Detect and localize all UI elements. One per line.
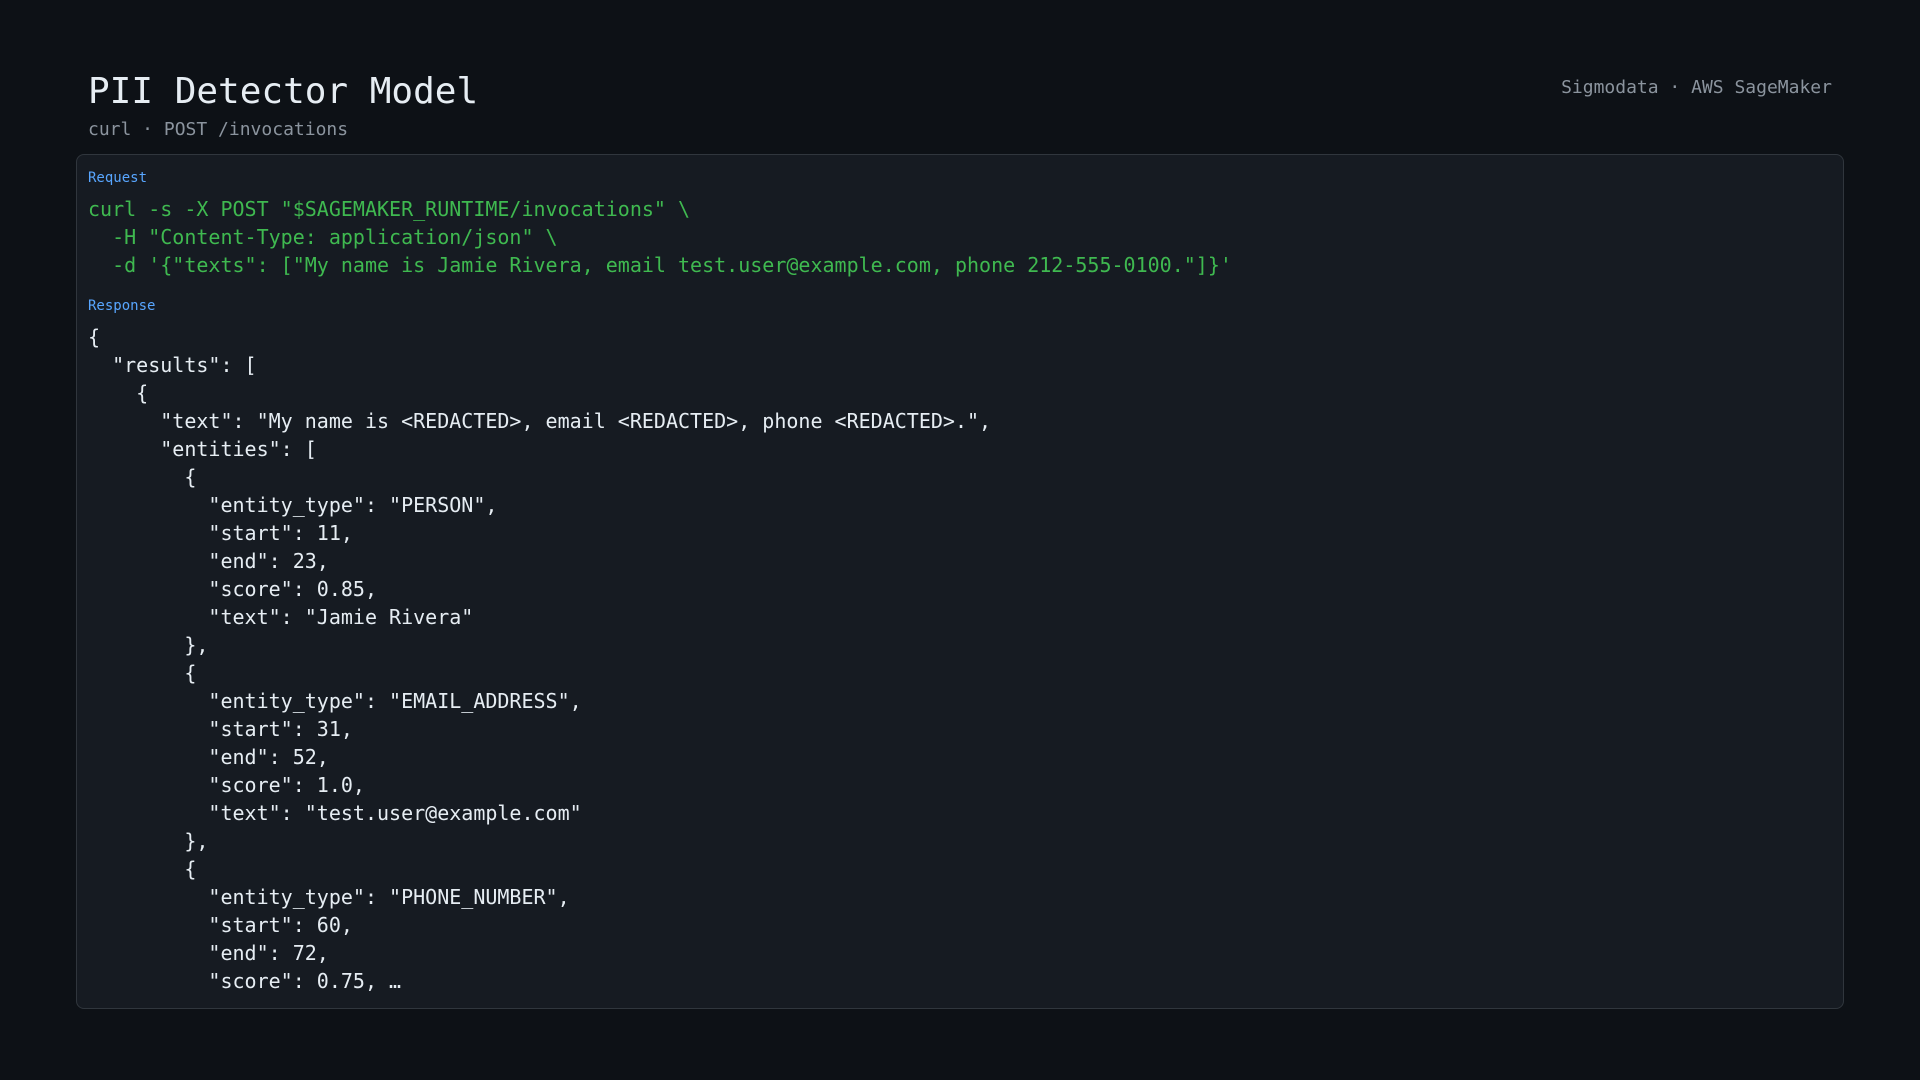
response-code-line: }, <box>88 633 209 657</box>
request-label: Request <box>88 170 148 186</box>
response-code-line: "text": "test.user@example.com" <box>88 801 582 825</box>
response-code-line: "entity_type": "PHONE_NUMBER", <box>88 885 570 909</box>
response-code-line: "entities": [ <box>88 437 317 461</box>
response-code-line: "start": 11, <box>88 521 353 545</box>
request-code-block[interactable]: curl -s -X POST "$SAGEMAKER_RUNTIME/invo… <box>88 195 1232 279</box>
request-code-line: curl -s -X POST "$SAGEMAKER_RUNTIME/invo… <box>88 197 691 221</box>
response-code-line: "results": [ <box>88 353 257 377</box>
request-code-line: -H "Content-Type: application/json" \ <box>88 225 558 249</box>
response-code-line: "entity_type": "PERSON", <box>88 493 498 517</box>
response-code-line: { <box>88 325 101 349</box>
brand-label: Sigmodata · AWS SageMaker <box>1561 77 1832 98</box>
response-code-line: "end": 23, <box>88 549 329 573</box>
page: PII Detector Model curl · POST /invocati… <box>0 0 1920 1080</box>
response-label: Response <box>88 298 156 314</box>
response-code-line: "end": 52, <box>88 745 329 769</box>
response-code-line: "text": "My name is <REDACTED>, email <R… <box>88 409 992 433</box>
response-code-block[interactable]: { "results": [ { "text": "My name is <RE… <box>88 323 991 995</box>
response-code-line: "score": 0.85, <box>88 577 377 601</box>
page-header: PII Detector Model curl · POST /invocati… <box>88 70 1832 142</box>
request-code-line: -d '{"texts": ["My name is Jamie Rivera,… <box>88 253 1232 277</box>
response-code-line: { <box>88 661 197 685</box>
response-code-line: { <box>88 857 197 881</box>
response-code-line: }, <box>88 829 209 853</box>
response-code-line: { <box>88 465 197 489</box>
code-panel: Request curl -s -X POST "$SAGEMAKER_RUNT… <box>76 154 1844 1009</box>
response-code-line: "score": 1.0, <box>88 773 365 797</box>
response-code-line: "text": "Jamie Rivera" <box>88 605 474 629</box>
response-code-line: "end": 72, <box>88 941 329 965</box>
response-code-line: "score": 0.75, … <box>88 969 402 993</box>
response-code-line: { <box>88 381 149 405</box>
page-subtitle: curl · POST /invocations <box>88 119 349 140</box>
response-code-line: "start": 31, <box>88 717 353 741</box>
response-code-line: "start": 60, <box>88 913 353 937</box>
response-code-line: "entity_type": "EMAIL_ADDRESS", <box>88 689 582 713</box>
